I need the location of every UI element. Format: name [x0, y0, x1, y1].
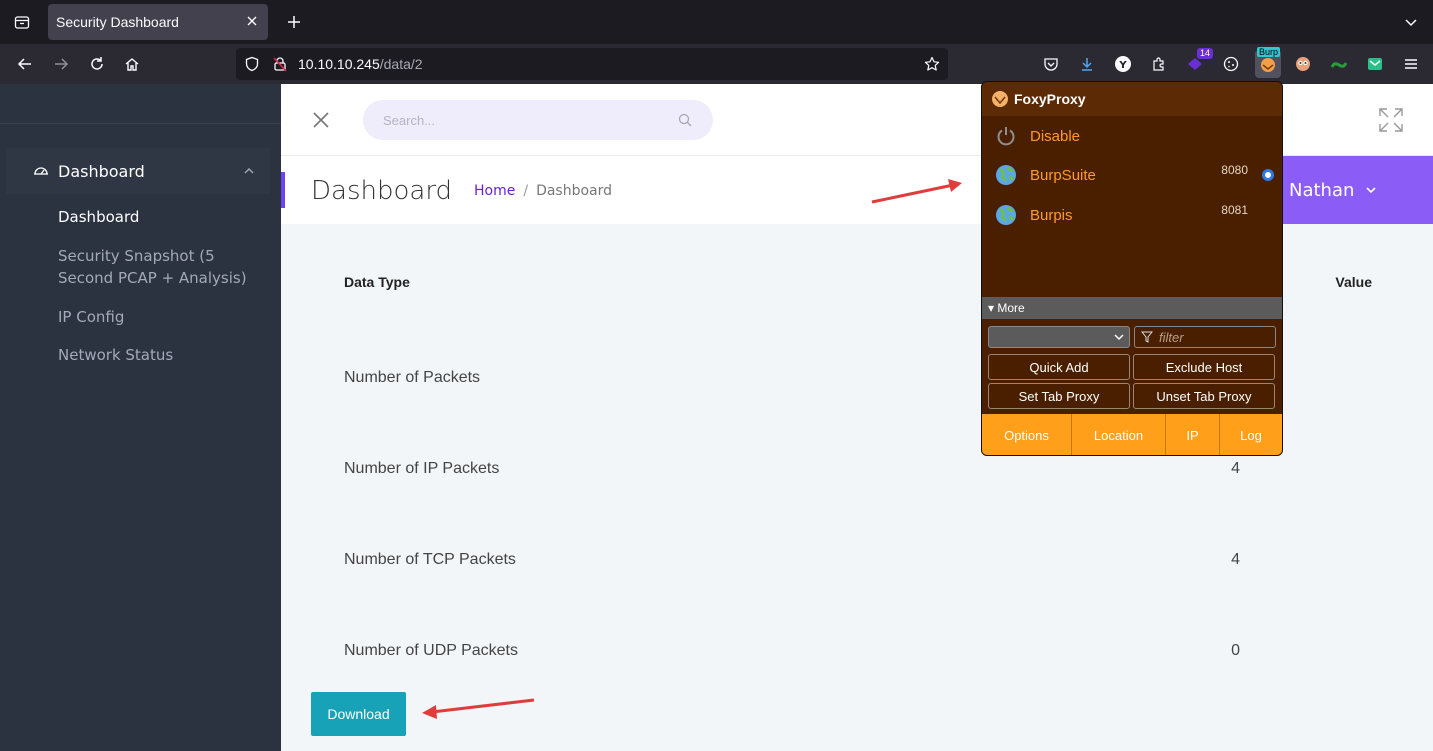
forward-icon[interactable]: [47, 50, 75, 78]
globe-icon: [994, 203, 1018, 227]
nav-bar: 10.10.10.245/data/2 Y 14 Burp: [0, 44, 1433, 84]
foxyproxy-proxy-burpis[interactable]: Burpis 8081: [982, 197, 1282, 233]
y-extension-icon[interactable]: Y: [1111, 52, 1135, 76]
url-host: 10.10.10.245: [298, 56, 380, 72]
title-accent: [281, 172, 285, 208]
location-button[interactable]: Location: [1072, 414, 1166, 455]
chevron-down-icon: [1113, 331, 1125, 343]
quick-add-button[interactable]: Quick Add: [988, 354, 1130, 380]
table-row-value: 0: [1231, 642, 1240, 659]
log-button[interactable]: Log: [1220, 414, 1282, 455]
foxyproxy-disable[interactable]: Disable: [982, 118, 1282, 154]
user-name: Nathan: [1289, 179, 1355, 201]
unset-tab-proxy-button[interactable]: Unset Tab Proxy: [1133, 383, 1275, 409]
globe-icon: [994, 163, 1018, 187]
exclude-host-button[interactable]: Exclude Host: [1133, 354, 1275, 380]
tab-bar: Security Dashboard: [0, 0, 1433, 44]
puzzle-icon[interactable]: [1147, 52, 1171, 76]
menu-icon[interactable]: [1399, 52, 1423, 76]
sidebar-item-dashboard[interactable]: Dashboard: [58, 206, 258, 228]
sidebar: Dashboard Dashboard Security Snapshot (5…: [0, 84, 281, 751]
fox-logo-icon: [990, 89, 1010, 109]
fullscreen-icon[interactable]: [1377, 106, 1405, 134]
foxyproxy-filter-box: [1134, 326, 1276, 348]
power-icon: [994, 124, 1018, 148]
sidebar-item-ip-config[interactable]: IP Config: [58, 306, 258, 328]
page-title: Dashboard: [311, 176, 453, 206]
chevron-down-icon[interactable]: [1364, 183, 1378, 197]
proxy-port: 8081: [1221, 203, 1248, 217]
proxy-name: Burpis: [1030, 206, 1073, 224]
bookmark-star-icon[interactable]: [922, 54, 942, 74]
search-box: [363, 100, 713, 140]
options-button[interactable]: Options: [982, 414, 1072, 455]
foxyproxy-title: FoxyProxy: [1014, 91, 1086, 107]
proxy-tag: Burp: [1257, 47, 1281, 57]
foxyproxy-proxy-burpsuite[interactable]: BurpSuite 8080: [982, 157, 1282, 193]
lock-insecure-icon[interactable]: [270, 54, 290, 74]
proxy-selected-radio[interactable]: [1262, 169, 1274, 181]
table-row-label: Number of IP Packets: [344, 460, 500, 477]
sidebar-item-security-snapshot[interactable]: Security Snapshot (5 Second PCAP + Analy…: [58, 245, 258, 289]
extension-badge: 14: [1196, 48, 1213, 59]
breadcrumb-separator: /: [523, 183, 529, 199]
mail-icon[interactable]: [1363, 52, 1387, 76]
download-button[interactable]: Download: [311, 692, 406, 736]
download-icon[interactable]: [1075, 52, 1099, 76]
reload-icon[interactable]: [83, 50, 111, 78]
tab-title: Security Dashboard: [56, 14, 179, 30]
chevron-down-icon[interactable]: [1399, 10, 1423, 34]
tab-list-icon[interactable]: [8, 8, 36, 36]
close-icon[interactable]: [244, 13, 260, 29]
annotation-arrow-foxyproxy: [871, 179, 962, 204]
cookie-icon[interactable]: [1219, 52, 1243, 76]
table-row-label: Number of UDP Packets: [344, 642, 518, 659]
url-text[interactable]: 10.10.10.245/data/2: [298, 56, 423, 72]
filter-icon: [1141, 331, 1153, 343]
foxyproxy-header: FoxyProxy: [982, 82, 1282, 116]
sidebar-group-label: Dashboard: [58, 161, 145, 181]
gauge-icon: [32, 162, 50, 180]
sidebar-item-network-status[interactable]: Network Status: [58, 344, 258, 366]
breadcrumb-home[interactable]: Home: [474, 183, 515, 199]
table-row-value: 4: [1231, 460, 1240, 477]
shield-icon[interactable]: [242, 54, 262, 74]
filter-input[interactable]: [1159, 329, 1269, 345]
owl-icon[interactable]: [1291, 52, 1315, 76]
browser-tab[interactable]: Security Dashboard: [48, 4, 268, 40]
foxyproxy-proxy-select[interactable]: [988, 326, 1130, 348]
pocket-icon[interactable]: [1039, 52, 1063, 76]
proxy-port: 8080: [1221, 163, 1248, 177]
annotation-arrow-download: [422, 698, 535, 719]
sidebar-group-dashboard[interactable]: Dashboard: [6, 148, 270, 194]
column-header-value: Value: [1335, 274, 1372, 290]
proxy-name: BurpSuite: [1030, 166, 1096, 184]
foxyproxy-popup: FoxyProxy Disable BurpSuite 8080 Burpis …: [981, 81, 1283, 456]
foxyproxy-icon[interactable]: Burp: [1255, 47, 1281, 78]
set-tab-proxy-button[interactable]: Set Tab Proxy: [988, 383, 1130, 409]
svg-text:Y: Y: [1118, 60, 1127, 71]
close-icon[interactable]: [309, 108, 333, 132]
table-row-label: Number of TCP Packets: [344, 551, 516, 568]
breadcrumb: Home / Dashboard: [474, 183, 612, 199]
back-icon[interactable]: [11, 50, 39, 78]
chevron-up-icon[interactable]: [240, 162, 258, 180]
disable-label: Disable: [1030, 127, 1081, 145]
sidebar-logo-area: [0, 84, 281, 124]
home-icon[interactable]: [118, 50, 146, 78]
url-path: /data/2: [379, 56, 423, 72]
table-row-label: Number of Packets: [344, 369, 481, 386]
hackbar-icon[interactable]: [1327, 52, 1351, 76]
new-tab-icon[interactable]: [280, 8, 308, 36]
search-input[interactable]: [383, 110, 663, 130]
search-icon[interactable]: [677, 112, 693, 128]
foxyproxy-footer: Options Location IP Log: [982, 414, 1282, 455]
table-row-value: 4: [1231, 551, 1240, 568]
url-bar[interactable]: 10.10.10.245/data/2: [236, 48, 948, 80]
proton-icon[interactable]: 14: [1183, 48, 1213, 76]
column-header-data-type: Data Type: [344, 274, 410, 290]
breadcrumb-current: Dashboard: [536, 183, 613, 199]
ip-button[interactable]: IP: [1166, 414, 1220, 455]
foxyproxy-more-toggle[interactable]: ▾ More: [982, 297, 1282, 319]
